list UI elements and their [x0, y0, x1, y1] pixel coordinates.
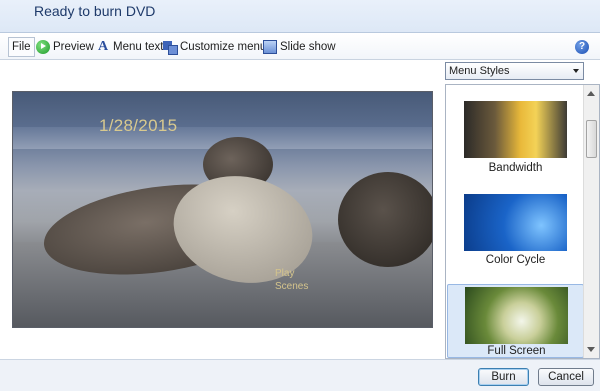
- menu-text-label: Menu text: [113, 41, 164, 53]
- help-icon[interactable]: ?: [575, 40, 589, 54]
- file-menu-label: File: [12, 41, 31, 53]
- menu-preview: 1/28/2015 Play Scenes: [12, 91, 433, 328]
- burn-button[interactable]: Burn: [478, 368, 529, 386]
- seal-image: [338, 172, 432, 267]
- slide-show-button[interactable]: Slide show: [263, 38, 336, 56]
- scroll-down-arrow-icon[interactable]: [587, 347, 595, 352]
- vertical-scrollbar[interactable]: [583, 85, 599, 358]
- style-item-bandwidth[interactable]: Bandwidth: [447, 99, 584, 179]
- preview-scenes-item[interactable]: Scenes: [275, 280, 308, 293]
- customize-menu-label: Customize menu: [180, 41, 267, 53]
- style-label: Color Cycle: [485, 254, 546, 266]
- menu-text-button[interactable]: A Menu text: [96, 38, 164, 56]
- customize-icon: [163, 40, 178, 55]
- style-label: Bandwidth: [488, 162, 543, 174]
- menu-styles-value: Menu Styles: [449, 65, 510, 77]
- style-thumbnail: [465, 287, 568, 344]
- preview-date-text: 1/28/2015: [99, 116, 178, 135]
- style-thumbnail: [464, 194, 567, 251]
- window-title: Ready to burn DVD: [34, 3, 156, 19]
- cancel-button[interactable]: Cancel: [538, 368, 594, 386]
- preview-label: Preview: [53, 41, 94, 53]
- play-icon: [36, 40, 50, 54]
- style-item-color-cycle[interactable]: Color Cycle: [447, 191, 584, 271]
- toolbar: File Preview A Menu text Customize menu …: [0, 34, 600, 60]
- scroll-up-arrow-icon[interactable]: [587, 91, 595, 96]
- scrollbar-thumb[interactable]: [586, 120, 597, 158]
- menu-styles-list: Bandwidth Color Cycle Full Screen: [445, 84, 600, 359]
- slideshow-icon: [263, 40, 277, 54]
- style-item-full-screen[interactable]: Full Screen: [447, 284, 584, 358]
- slide-show-label: Slide show: [280, 41, 336, 53]
- text-a-icon: A: [97, 39, 109, 54]
- preview-play-item[interactable]: Play: [275, 267, 308, 280]
- customize-menu-button[interactable]: Customize menu: [163, 38, 266, 56]
- style-thumbnail: [464, 101, 567, 158]
- file-menu-button[interactable]: File: [8, 37, 35, 57]
- menu-styles-dropdown[interactable]: Menu Styles: [445, 62, 584, 80]
- style-label: Full Screen: [487, 345, 546, 357]
- title-bar: Ready to burn DVD: [0, 0, 600, 33]
- chevron-down-icon: [573, 69, 579, 73]
- preview-button[interactable]: Preview: [36, 38, 94, 56]
- preview-menu-items: Play Scenes: [275, 267, 308, 293]
